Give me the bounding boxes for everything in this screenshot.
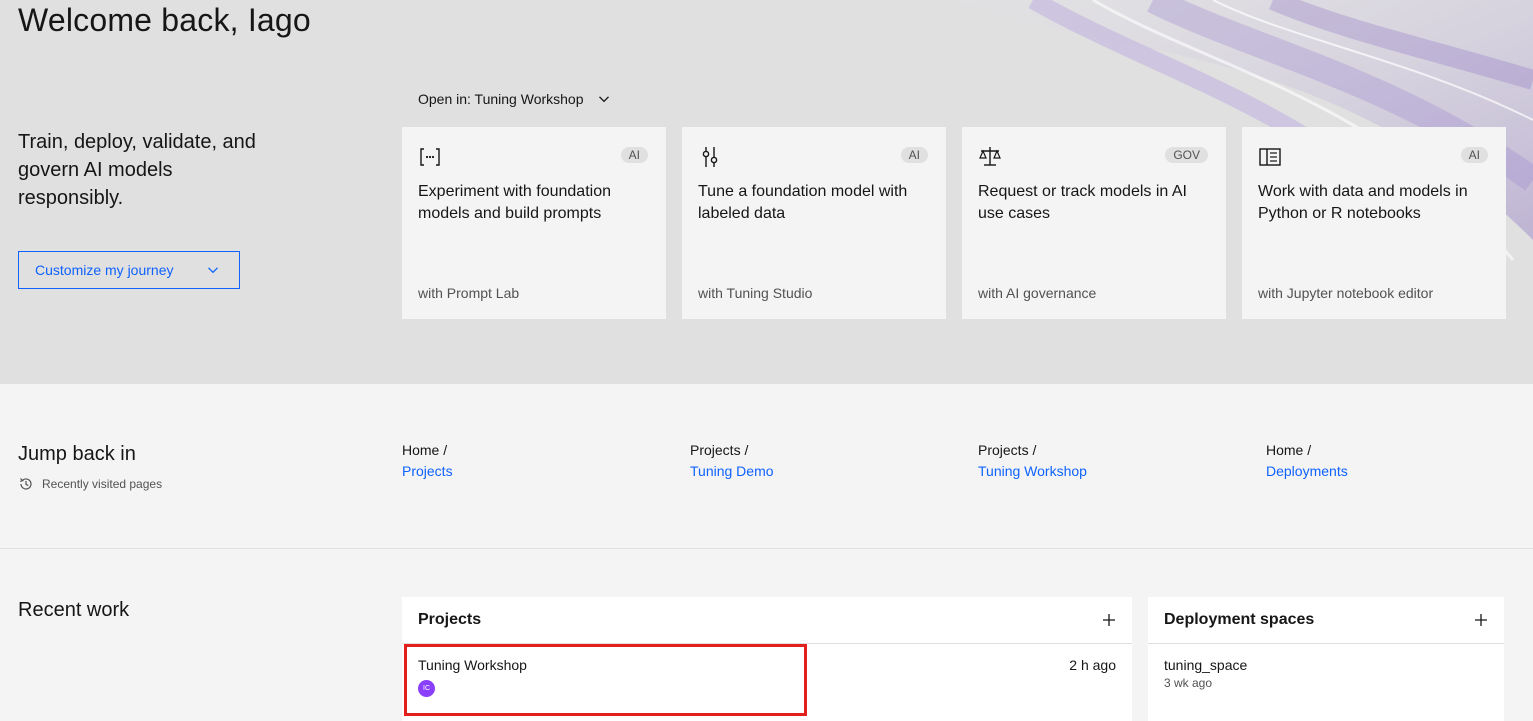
plus-icon xyxy=(1475,614,1487,626)
card-jupyter-notebook[interactable]: AI Work with data and models in Python o… xyxy=(1242,127,1506,319)
space-updated-time: 3 wk ago xyxy=(1164,676,1213,690)
prompt-brackets-icon xyxy=(420,148,440,166)
card-subtitle: with Jupyter notebook editor xyxy=(1258,285,1434,301)
breadcrumb-parent: Projects / xyxy=(978,442,1037,458)
jump-back-in-heading: Jump back in xyxy=(18,443,136,465)
chevron-down-icon xyxy=(598,96,609,103)
jump-back-in-section: Jump back in Recently visited pages Home… xyxy=(0,384,1533,549)
customize-journey-label: Customize my journey xyxy=(35,262,174,278)
deployment-spaces-panel-title: Deployment spaces xyxy=(1164,611,1315,628)
breadcrumb-link-deployments[interactable]: Deployments xyxy=(1266,460,1348,482)
history-icon xyxy=(20,478,32,490)
project-row-tuning-workshop[interactable]: Tuning Workshop 2 h ago IC xyxy=(402,644,1132,709)
project-updated-time: 2 h ago xyxy=(1069,657,1116,673)
projects-panel-header: Projects xyxy=(402,597,1132,644)
chevron-down-icon xyxy=(208,267,218,274)
card-tuning-studio[interactable]: AI Tune a foundation model with labeled … xyxy=(682,127,946,319)
projects-panel: Projects Tuning Workshop 2 h ago IC xyxy=(402,597,1132,721)
tuning-sliders-icon xyxy=(702,147,718,167)
breadcrumb-parent: Projects / xyxy=(690,442,749,458)
card-title: Request or track models in AI use cases xyxy=(978,183,1187,222)
space-row-tuning-space[interactable]: tuning_space 3 wk ago xyxy=(1148,644,1504,702)
open-in-project-dropdown[interactable]: Open in: Tuning Workshop xyxy=(418,88,610,110)
breadcrumb-parent: Home / xyxy=(1266,442,1312,458)
recent-page-link: Projects / Tuning Workshop xyxy=(978,440,1087,482)
card-subtitle: with Tuning Studio xyxy=(698,285,813,301)
welcome-heading: Welcome back, Iago xyxy=(18,2,311,38)
open-in-label: Open in: Tuning Workshop xyxy=(418,91,584,107)
breadcrumb-parent: Home / xyxy=(402,442,448,458)
recent-page-link: Home / Projects xyxy=(402,440,453,482)
space-name: tuning_space xyxy=(1164,657,1248,673)
card-prompt-lab[interactable]: AI Experiment with foundation models and… xyxy=(402,127,666,319)
breadcrumb-link-tuning-demo[interactable]: Tuning Demo xyxy=(690,460,774,482)
card-tag: AI xyxy=(900,147,928,163)
recently-visited-caption: Recently visited pages xyxy=(18,476,162,492)
scales-icon xyxy=(979,147,1001,166)
hero-banner: Welcome back, Iago Train, deploy, valida… xyxy=(0,0,1533,384)
add-project-button[interactable] xyxy=(1102,609,1116,631)
card-title: Work with data and models in Python or R… xyxy=(1258,183,1468,222)
breadcrumb-link-projects[interactable]: Projects xyxy=(402,460,453,482)
hero-tagline: Train, deploy, validate, and govern AI m… xyxy=(18,131,256,209)
add-deployment-space-button[interactable] xyxy=(1474,609,1488,631)
recent-page-link: Projects / Tuning Demo xyxy=(690,440,774,482)
card-title: Experiment with foundation models and bu… xyxy=(418,183,611,222)
card-tag: AI xyxy=(620,147,648,163)
recent-work-heading: Recent work xyxy=(18,599,130,621)
recent-page-link: Home / Deployments xyxy=(1266,440,1348,482)
breadcrumb-link-tuning-workshop[interactable]: Tuning Workshop xyxy=(978,460,1087,482)
project-name: Tuning Workshop xyxy=(418,657,527,673)
card-subtitle: with Prompt Lab xyxy=(418,285,520,301)
card-ai-governance[interactable]: GOV Request or track models in AI use ca… xyxy=(962,127,1226,319)
card-tag: GOV xyxy=(1165,147,1208,163)
avatar: IC xyxy=(418,680,435,697)
plus-icon xyxy=(1103,614,1115,626)
card-subtitle: with AI governance xyxy=(978,285,1097,301)
deployment-spaces-panel-header: Deployment spaces xyxy=(1148,597,1504,644)
card-tag: AI xyxy=(1460,147,1488,163)
deployment-spaces-panel: Deployment spaces tuning_space 3 wk ago xyxy=(1148,597,1504,721)
projects-panel-title: Projects xyxy=(418,611,482,628)
customize-journey-button[interactable]: Customize my journey xyxy=(18,251,240,289)
card-title: Tune a foundation model with labeled dat… xyxy=(698,183,908,222)
notebook-icon xyxy=(1259,148,1281,166)
recently-visited-label: Recently visited pages xyxy=(42,477,163,491)
